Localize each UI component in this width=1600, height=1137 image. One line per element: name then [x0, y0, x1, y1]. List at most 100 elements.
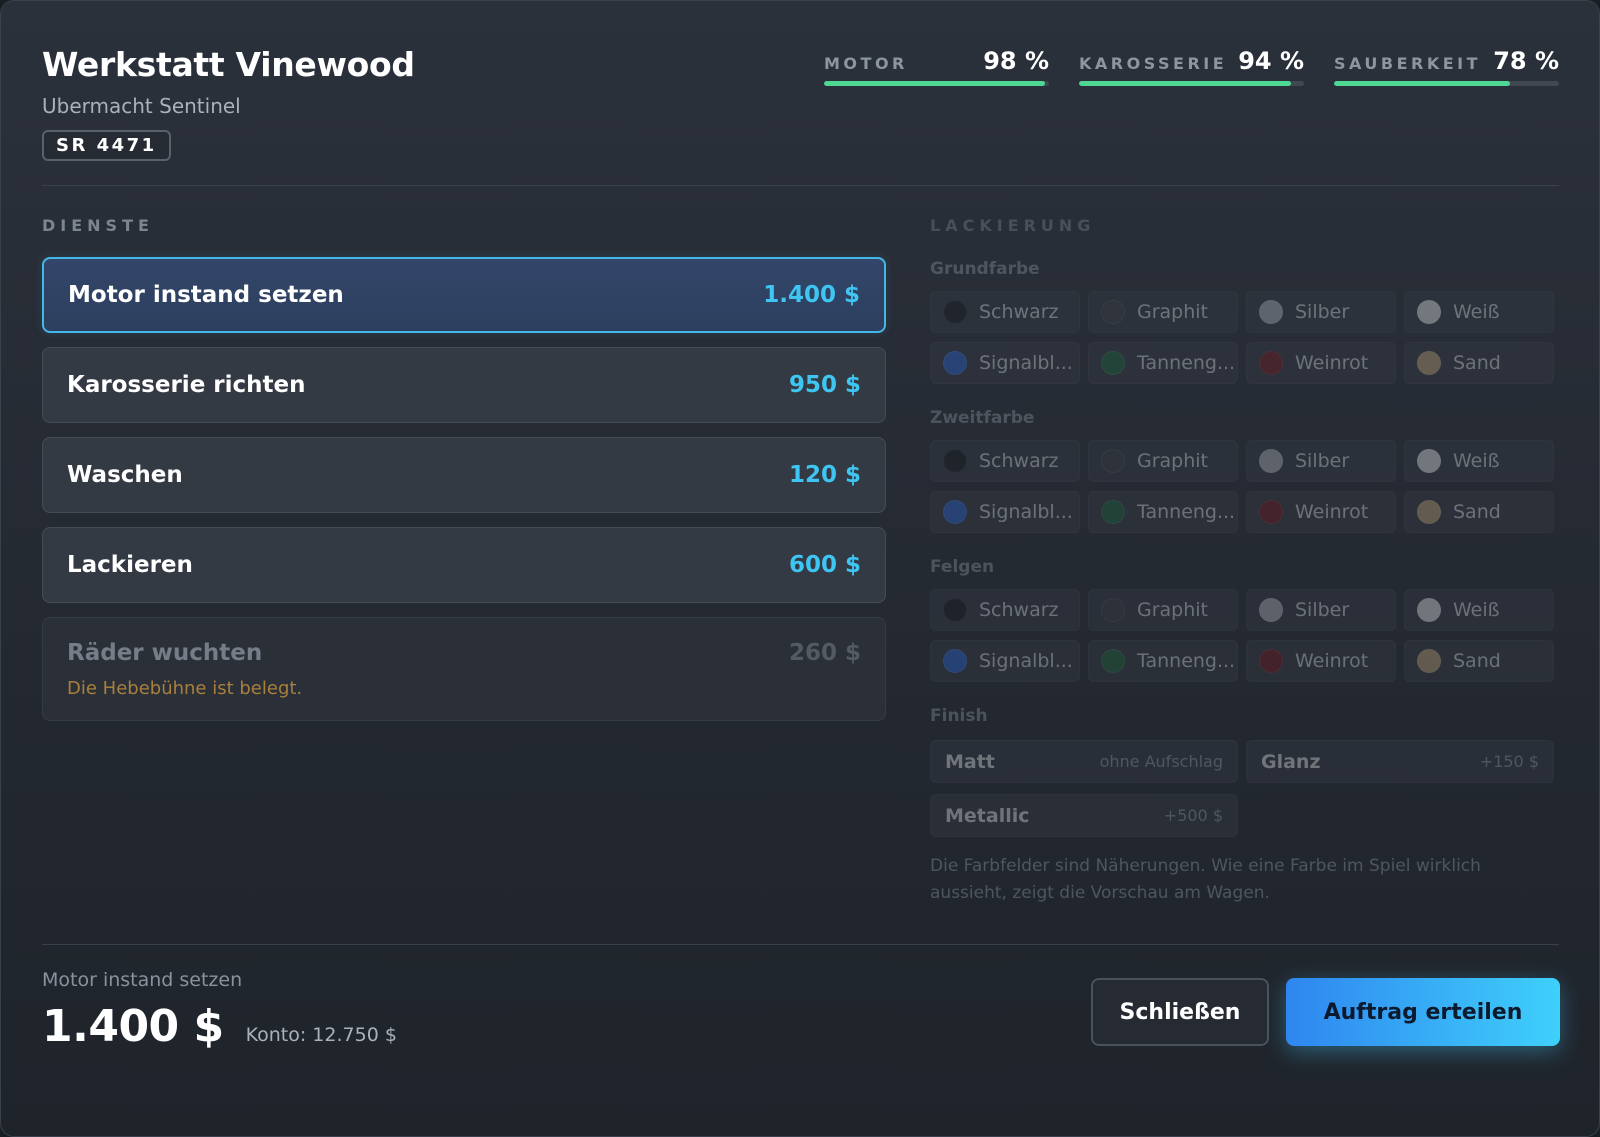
service-motor[interactable]: Motor instand setzen 1.400 $: [42, 257, 886, 333]
stat-bar: [1079, 81, 1304, 86]
license-plate: SR 4471: [42, 130, 171, 161]
color-swatch[interactable]: Signalbl...: [930, 491, 1080, 533]
stat-label: KAROSSERIE: [1079, 54, 1228, 73]
color-name: Schwarz: [979, 450, 1059, 472]
color-swatch[interactable]: Signalbl...: [930, 342, 1080, 384]
color-name: Sand: [1453, 501, 1501, 523]
total-price: 1.400 $: [42, 1001, 224, 1052]
divider: [42, 944, 1559, 945]
paint-section: LACKIERUNG Grundfarbe Schwarz Graphit Silbe…: [930, 216, 1560, 907]
finish-surcharge: ohne Aufschlag: [1099, 752, 1223, 771]
color-dot: [1259, 598, 1283, 622]
close-button[interactable]: Schließen: [1091, 978, 1269, 1046]
service-name: Waschen: [67, 462, 183, 488]
color-name: Tanneng...: [1137, 352, 1236, 374]
vehicle-stats: MOTOR 98 % KAROSSERIE 94 % SAUBERKEIT 78…: [824, 41, 1559, 86]
finish-glanz[interactable]: Glanz +150 $: [1246, 740, 1554, 783]
header: Werkstatt Vinewood Ubermacht Sentinel SR…: [42, 45, 415, 161]
stat-value: 98 %: [983, 47, 1049, 75]
color-name: Weinrot: [1295, 501, 1369, 523]
color-name: Graphit: [1137, 301, 1209, 323]
service-price: 1.400 $: [763, 282, 860, 308]
service-raeder: Räder wuchten Die Hebebühne ist belegt. …: [42, 617, 886, 721]
color-swatches: Schwarz Graphit Silber Weiß Signalbl... Tanne…: [930, 589, 1560, 682]
color-dot: [1417, 598, 1441, 622]
service-warning: Die Hebebühne ist belegt.: [67, 678, 303, 699]
stat-fill: [1079, 81, 1291, 86]
services-section: DIENSTE Motor instand setzen 1.400 $ Kar…: [42, 216, 886, 735]
color-name: Weiß: [1453, 450, 1500, 472]
color-dot: [943, 500, 967, 524]
color-swatch[interactable]: Graphit: [1088, 589, 1238, 631]
color-swatch[interactable]: Silber: [1246, 291, 1396, 333]
finish-surcharge: +500 $: [1163, 806, 1223, 825]
color-dot: [1259, 351, 1283, 375]
paint-title: LACKIERUNG: [930, 216, 1096, 235]
service-waschen[interactable]: Waschen 120 $: [42, 437, 886, 513]
color-swatch[interactable]: Signalbl...: [930, 640, 1080, 682]
color-swatches: Schwarz Graphit Silber Weiß Signalbl... Tanne…: [930, 291, 1560, 384]
color-swatch[interactable]: Tanneng...: [1088, 342, 1238, 384]
service-name: Karosserie richten: [67, 372, 306, 398]
color-name: Sand: [1453, 352, 1501, 374]
color-swatch[interactable]: Silber: [1246, 440, 1396, 482]
color-swatch[interactable]: Schwarz: [930, 589, 1080, 631]
color-swatch[interactable]: Sand: [1404, 491, 1554, 533]
color-name: Sand: [1453, 650, 1501, 672]
color-name: Tanneng...: [1137, 501, 1236, 523]
color-swatch[interactable]: Weiß: [1404, 589, 1554, 631]
color-swatch[interactable]: Silber: [1246, 589, 1396, 631]
color-swatch[interactable]: Tanneng...: [1088, 640, 1238, 682]
color-dot: [943, 649, 967, 673]
paint-note: Die Farbfelder sind Näherungen. Wie eine…: [930, 856, 1481, 903]
color-dot: [943, 351, 967, 375]
color-dot: [1417, 300, 1441, 324]
service-lackieren[interactable]: Lackieren 600 $: [42, 527, 886, 603]
paint-group-label: Felgen: [930, 557, 995, 577]
color-dot: [1417, 500, 1441, 524]
color-swatch[interactable]: Sand: [1404, 640, 1554, 682]
service-price: 260 $: [788, 640, 861, 666]
service-name: Lackieren: [67, 552, 193, 578]
finish-matt[interactable]: Matt ohne Aufschlag: [930, 740, 1238, 783]
stat-karosserie: KAROSSERIE 94 %: [1079, 41, 1304, 86]
color-dot: [1101, 351, 1125, 375]
color-dot: [1101, 449, 1125, 473]
color-swatch[interactable]: Sand: [1404, 342, 1554, 384]
color-swatch[interactable]: Weiß: [1404, 440, 1554, 482]
stat-sauberkeit: SAUBERKEIT 78 %: [1334, 41, 1559, 86]
color-dot: [943, 449, 967, 473]
color-dot: [1259, 449, 1283, 473]
color-name: Weinrot: [1295, 650, 1369, 672]
color-dot: [1417, 351, 1441, 375]
color-name: Signalbl...: [979, 650, 1073, 672]
finish-surcharge: +150 $: [1479, 752, 1539, 771]
color-dot: [1259, 649, 1283, 673]
color-swatch[interactable]: Schwarz: [930, 440, 1080, 482]
color-swatches: Schwarz Graphit Silber Weiß Signalbl... Tanne…: [930, 440, 1560, 533]
color-swatch[interactable]: Weinrot: [1246, 342, 1396, 384]
color-swatch[interactable]: Graphit: [1088, 440, 1238, 482]
color-swatch[interactable]: Tanneng...: [1088, 491, 1238, 533]
color-swatch[interactable]: Weinrot: [1246, 640, 1396, 682]
submit-order-button[interactable]: Auftrag erteilen: [1286, 978, 1560, 1046]
color-dot: [1101, 500, 1125, 524]
color-dot: [1417, 449, 1441, 473]
stat-bar: [1334, 81, 1559, 86]
color-name: Weinrot: [1295, 352, 1369, 374]
finish-name: Metallic: [945, 804, 1030, 827]
service-karosserie[interactable]: Karosserie richten 950 $: [42, 347, 886, 423]
color-name: Silber: [1295, 599, 1350, 621]
color-name: Graphit: [1137, 450, 1209, 472]
color-dot: [1417, 649, 1441, 673]
stat-fill: [824, 81, 1045, 86]
color-name: Schwarz: [979, 301, 1059, 323]
summary-service: Motor instand setzen: [42, 969, 243, 991]
color-swatch[interactable]: Weinrot: [1246, 491, 1396, 533]
color-swatch[interactable]: Graphit: [1088, 291, 1238, 333]
stat-value: 94 %: [1238, 47, 1304, 75]
service-price: 950 $: [788, 372, 861, 398]
color-swatch[interactable]: Schwarz: [930, 291, 1080, 333]
finish-metallic[interactable]: Metallic +500 $: [930, 794, 1238, 837]
color-swatch[interactable]: Weiß: [1404, 291, 1554, 333]
